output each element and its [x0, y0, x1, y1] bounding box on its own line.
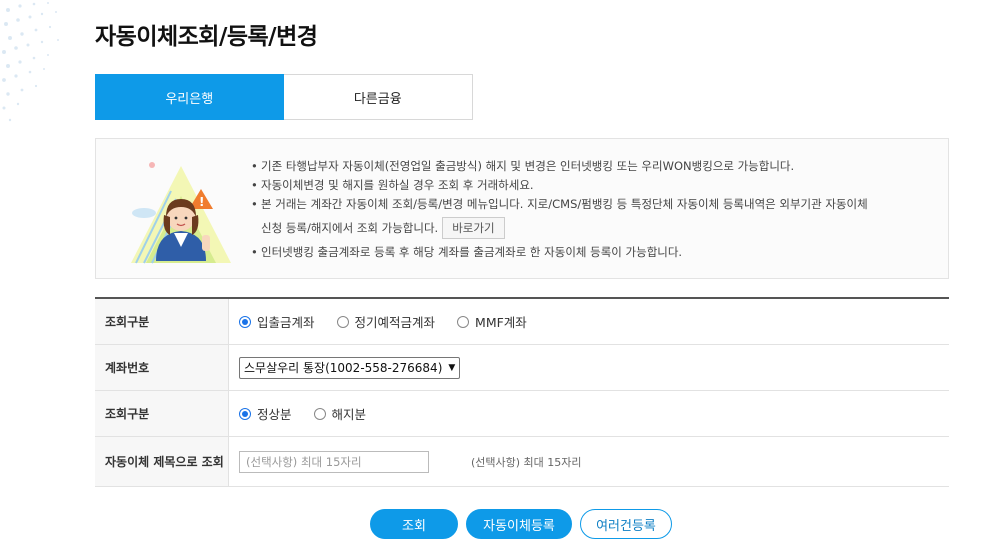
notice-item: 기존 타행납부자 자동이체(전영업일 출금방식) 해지 및 변경은 인터넷뱅킹 … — [251, 157, 941, 176]
radio-savings-account[interactable]: 정기예적금계좌 — [336, 312, 436, 331]
title-search-input[interactable] — [239, 450, 429, 473]
form-row-account-type: 조회구분 입출금계좌 정기예적금계좌 MMF계좌 — [95, 299, 949, 345]
notice-box: ! 기존 타행납부자 자동이체(전영업일 출금방식) 해지 및 변경은 인터넷뱅… — [95, 138, 949, 279]
radio-label: 정상분 — [257, 407, 292, 422]
register-autotransfer-button[interactable]: 자동이체등록 — [466, 509, 572, 539]
row-content: (선택사항) 최대 15자리 — [229, 437, 949, 486]
chevron-down-icon: ▼ — [448, 362, 456, 373]
search-form-table: 조회구분 입출금계좌 정기예적금계좌 MMF계좌 계좌번호 스무살우리 통장(1… — [95, 297, 949, 487]
radio-label: 정기예적금계좌 — [354, 315, 436, 330]
radio-unchecked-icon[interactable] — [336, 315, 349, 328]
input-hint: (선택사항) 최대 15자리 — [471, 455, 582, 469]
radio-label: MMF계좌 — [475, 315, 527, 330]
radio-label: 해지분 — [331, 407, 367, 422]
multi-register-button[interactable]: 여러건등록 — [580, 509, 672, 539]
notice-item-text: 본 거래는 계좌간 자동이체 조회/등록/변경 메뉴입니다. 지로/CMS/펌뱅… — [261, 197, 868, 211]
radio-unchecked-icon[interactable] — [313, 407, 326, 420]
radio-cancelled[interactable]: 해지분 — [313, 404, 367, 423]
row-label: 조회구분 — [95, 391, 229, 436]
radio-label: 입출금계좌 — [257, 315, 315, 330]
row-label: 조회구분 — [95, 299, 229, 344]
tab-woori-bank[interactable]: 우리은행 — [95, 74, 284, 120]
row-label: 자동이체 제목으로 조회 — [95, 437, 229, 486]
action-buttons: 조회 자동이체등록 여러건등록 — [370, 509, 680, 539]
notice-list: 기존 타행납부자 자동이체(전영업일 출금방식) 해지 및 변경은 인터넷뱅킹 … — [251, 157, 941, 262]
notice-item: 인터넷뱅킹 출금계좌로 등록 후 해당 계좌를 출금계좌로 한 자동이체 등록이… — [251, 243, 941, 262]
search-button[interactable]: 조회 — [370, 509, 458, 539]
radio-checked-icon[interactable] — [239, 407, 251, 420]
form-row-title-search: 자동이체 제목으로 조회 (선택사항) 최대 15자리 — [95, 437, 949, 487]
notice-item: 자동이체변경 및 해지를 원하실 경우 조회 후 거래하세요. — [251, 176, 941, 195]
notice-item-line: 신청 등록/해지에서 조회 가능합니다. 바로가기 — [261, 217, 941, 239]
account-number-select[interactable]: 스무살우리 통장(1002-558-276684) ▼ — [239, 356, 461, 379]
radio-checked-icon[interactable] — [239, 315, 251, 328]
notice-item-text-cont: 신청 등록/해지에서 조회 가능합니다. — [261, 221, 439, 235]
svg-text:!: ! — [199, 195, 204, 209]
radio-unchecked-icon[interactable] — [457, 315, 470, 328]
page-title: 자동이체조회/등록/변경 — [95, 24, 318, 50]
row-content: 입출금계좌 정기예적금계좌 MMF계좌 — [229, 299, 949, 344]
radio-mmf-account[interactable]: MMF계좌 — [457, 312, 527, 331]
goto-button[interactable]: 바로가기 — [442, 217, 505, 239]
form-row-account-number: 계좌번호 스무살우리 통장(1002-558-276684) ▼ — [95, 345, 949, 391]
tab-other-finance[interactable]: 다른금융 — [283, 75, 472, 119]
radio-active[interactable]: 정상분 — [239, 404, 292, 423]
tab-bar: 우리은행 다른금융 — [95, 74, 473, 120]
row-content: 정상분 해지분 — [229, 391, 949, 436]
radio-deposit-account[interactable]: 입출금계좌 — [239, 312, 315, 331]
customer-service-illustration: ! — [131, 162, 231, 264]
select-value: 스무살우리 통장(1002-558-276684) — [244, 361, 443, 375]
row-label: 계좌번호 — [95, 345, 229, 390]
notice-item: 본 거래는 계좌간 자동이체 조회/등록/변경 메뉴입니다. 지로/CMS/펌뱅… — [251, 195, 941, 239]
form-row-status-type: 조회구분 정상분 해지분 — [95, 391, 949, 437]
row-content: 스무살우리 통장(1002-558-276684) ▼ — [229, 345, 949, 390]
